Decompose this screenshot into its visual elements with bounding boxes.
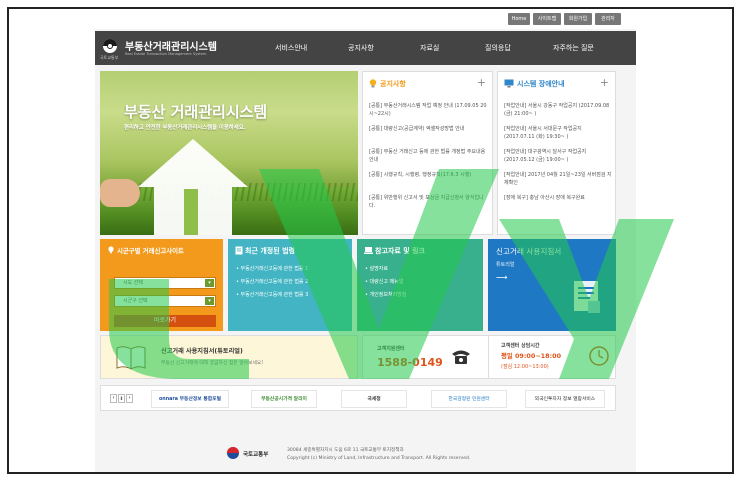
references-title[interactable]: 참고자료 및 링크: [375, 246, 425, 256]
sigungu-select[interactable]: 시군구 선택 ▾: [114, 295, 216, 307]
outage-item[interactable]: [작업안내] 서울시 강동구 작업공지 (2017.09.08 (금) 21:0…: [504, 102, 612, 118]
notice-item[interactable]: [공통] 시행규칙, 시행령, 행정규칙(17.6.3 시행): [369, 171, 487, 179]
tutorial-desc: 부동산 신고거래에 대해 궁금하신 점은 알아보세요!: [161, 361, 264, 366]
notice-item[interactable]: [공통] 부동산 거래신고 등에 관한 법률 개정법 주요내용 안내: [369, 148, 487, 164]
house-icon: [138, 139, 248, 235]
notice-title[interactable]: 공지사항: [380, 79, 406, 89]
sigungu-select-value: 시군구 선택: [123, 298, 148, 304]
chevron-down-icon: ▾: [205, 297, 214, 305]
office-hours-panel: 고객센터 상담시간 평일 09:00~18:00 (점심 12:00~13:00…: [488, 335, 616, 379]
telephone-icon: [452, 350, 470, 364]
ministry-label: 국토교통부: [100, 55, 119, 60]
open-book-icon: [116, 346, 146, 370]
reference-item[interactable]: • 대량신고 매뉴얼: [365, 278, 403, 285]
nav-service[interactable]: 서비스안내: [275, 31, 307, 65]
partner-links-bar: ‹ Ⅱ › onnara 부동산정보 통합포털 부동산공시가격 알리미 국세청 …: [100, 385, 616, 411]
hero-banner: 부동산 거래관리시스템 편리하고 안전한 부동산거래관리시스템을 이용하세요.: [100, 71, 358, 235]
site-header: 국토교통부 부동산거래관리시스템 Real Estate Transaction…: [95, 31, 636, 65]
nav-faq[interactable]: 자주하는 질문: [553, 31, 594, 65]
outage-item[interactable]: [작업안내] 서울시 서대문구 작업공지 (2017.07.11 (화) 19:…: [504, 125, 612, 141]
chevron-down-icon: ▾: [205, 279, 214, 287]
region-title: 시군구별 거래신고사이트: [117, 247, 184, 255]
hero-title: 부동산 거래관리시스템: [124, 103, 268, 121]
site-footer: 국토교통부 30084 세종특별자치시 도움 6로 11 국토교통부 토지정책과…: [95, 437, 636, 472]
outage-item[interactable]: [장애 복구] 충남 아산시 장애 복구완료: [504, 194, 612, 202]
references-box: 참고자료 및 링크 • 설명자료 • 대량신고 매뉴얼 • 개인정보처리방침: [357, 239, 483, 331]
admin-link[interactable]: 관리자: [595, 13, 621, 25]
sido-select[interactable]: 시도 선택 ▾: [114, 277, 216, 289]
ministry-footer-emblem-icon: [227, 447, 239, 459]
notice-item[interactable]: [공통] 위반행위 신고서 및 포상금 지급신청서 양식입니다.: [369, 194, 487, 210]
hero-subtitle: 편리하고 안전한 부동산거래관리시스템을 이용하세요.: [124, 125, 246, 131]
sitemap-link[interactable]: 사이트맵: [533, 13, 561, 25]
outage-item[interactable]: [작업안내] 대구광역시 달서구 작업공지 (2017.05.12 (금) 19…: [504, 148, 612, 164]
partner-kab[interactable]: 한국감정원 민원센터: [431, 390, 507, 408]
tutorial-title: 신고거래 사용지침서(튜토리얼): [161, 348, 243, 355]
monitor-icon: [504, 79, 514, 88]
hours-lunch: (점심 12:00~13:00): [501, 364, 549, 370]
go-button[interactable]: 바로가기: [114, 315, 216, 327]
site-title-en: Real Estate Transaction Management Syste…: [125, 52, 207, 56]
hours-label: 고객센터 상담시간: [501, 343, 540, 349]
location-icon: [108, 246, 114, 254]
notice-item[interactable]: [공통] 대량신고(공급계약) 엑셀작성방법 안내: [369, 125, 487, 133]
clock-icon: [589, 346, 609, 366]
laptop-icon: [364, 247, 373, 254]
reference-item[interactable]: • 개인정보처리방침: [365, 291, 406, 298]
site-title[interactable]: 부동산거래관리시스템: [125, 38, 217, 53]
partner-onnara[interactable]: onnara 부동산정보 통합포털: [151, 390, 229, 408]
partner-price-notice[interactable]: 부동산공시가격 알리미: [251, 390, 317, 408]
outage-title[interactable]: 시스템 장애안내: [517, 79, 565, 89]
arrow-right-icon: ⟶: [496, 273, 508, 282]
recent-law-box: 최근 개정된 법령 • 부동산거래신고등에 관한 법률 1 • 부동산거래신고등…: [228, 239, 352, 331]
notice-board: 공지사항 + [공통] 부동산거래시스템 작업 예정 안내 (17.09.05 …: [362, 71, 493, 235]
outage-item[interactable]: [작업안내] 2017년 04월 21일~23일 서버점검 지체확인: [504, 171, 612, 187]
outage-board: 시스템 장애안내 + [작업안내] 서울시 강동구 작업공지 (2017.09.…: [497, 71, 616, 235]
footer-copyright: Copyright (c) Ministry of Land, Infrastr…: [287, 456, 471, 461]
home-link[interactable]: Home: [508, 13, 530, 25]
notice-item[interactable]: [공통] 부동산거래시스템 작업 예정 안내 (17.09.05 20시~22시…: [369, 102, 487, 118]
guide-link[interactable]: 튜토리얼: [496, 261, 514, 268]
guide-title: 신고거래 사용지침서: [496, 247, 562, 256]
region-site-box: 시군구별 거래신고사이트 시도 선택 ▾ 시군구 선택 ▾ 바로가기: [100, 239, 223, 331]
utility-bar: Home 사이트맵 회원가입 관리자: [95, 9, 636, 29]
screenshot-frame: Home 사이트맵 회원가입 관리자 국토교통부 부동산거래관리시스템 Real…: [7, 7, 734, 474]
carousel-prev-button[interactable]: ‹: [110, 394, 117, 403]
hours-weekday: 평일 09:00~18:00: [501, 352, 562, 360]
ministry-emblem-icon[interactable]: [103, 39, 117, 53]
guidebook-icon: [574, 281, 600, 313]
law-item[interactable]: • 부동산거래신고등에 관한 법률 3: [236, 291, 308, 298]
partner-nts[interactable]: 국세청: [341, 390, 407, 408]
reference-item[interactable]: • 설명자료: [365, 265, 388, 272]
nav-library[interactable]: 자료실: [420, 31, 439, 65]
nav-qna[interactable]: 질의응답: [485, 31, 511, 65]
user-guide-box[interactable]: 신고거래 사용지침서 튜토리얼 ⟶: [488, 239, 616, 331]
callcenter-phone[interactable]: 1588-0149: [377, 356, 443, 369]
notice-more-icon[interactable]: +: [477, 76, 486, 89]
law-item[interactable]: • 부동산거래신고등에 관한 법률 2: [236, 278, 308, 285]
nav-notice[interactable]: 공지사항: [348, 31, 374, 65]
sido-select-value: 시도 선택: [123, 280, 143, 286]
website: Home 사이트맵 회원가입 관리자 국토교통부 부동산거래관리시스템 Real…: [95, 9, 636, 472]
tutorial-banner[interactable]: 신고거래 사용지침서(튜토리얼) 부동산 신고거래에 대해 궁금하신 점은 알아…: [100, 335, 358, 379]
carousel-pause-button[interactable]: Ⅱ: [118, 394, 125, 403]
callcenter-label: 고객지원센터: [377, 346, 405, 352]
hand-image: [100, 179, 140, 207]
partner-foreign-investor[interactable]: 외국인투자자 정보 열람서비스: [525, 390, 605, 408]
footer-address: 30084 세종특별자치시 도움 6로 11 국토교통부 토지정책과: [287, 448, 404, 453]
law-title[interactable]: 최근 개정된 법령: [245, 246, 295, 256]
document-icon: [235, 246, 243, 255]
lightbulb-icon: [369, 79, 377, 88]
footer-ministry-name: 국토교통부: [243, 452, 269, 458]
signup-link[interactable]: 회원가입: [564, 13, 592, 25]
outage-more-icon[interactable]: +: [600, 76, 609, 89]
carousel-next-button[interactable]: ›: [126, 394, 133, 403]
law-item[interactable]: • 부동산거래신고등에 관한 법률 1: [236, 265, 308, 272]
